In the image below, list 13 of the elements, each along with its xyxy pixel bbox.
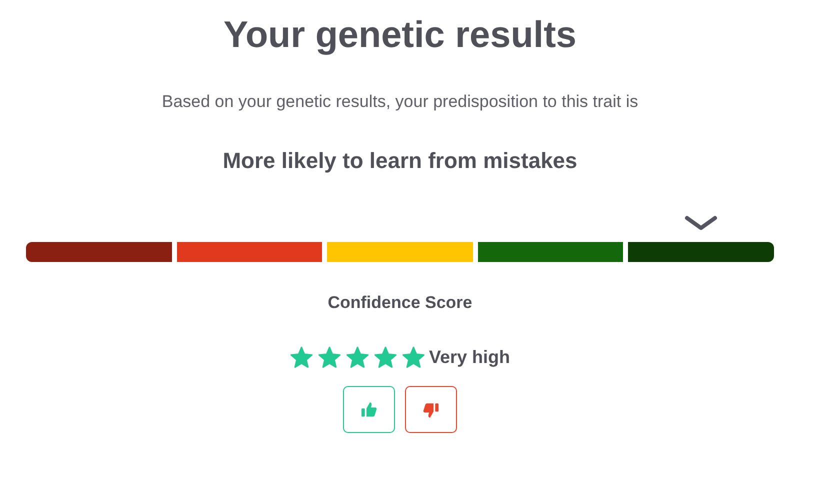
- thumbs-up-icon: [359, 400, 379, 420]
- thumbs-down-button[interactable]: [405, 386, 457, 433]
- result-heading: More likely to learn from mistakes: [222, 147, 578, 175]
- star-icon: [290, 346, 313, 369]
- star-icon: [346, 346, 369, 369]
- thumbs-up-button[interactable]: [343, 386, 395, 433]
- star-icon: [374, 346, 397, 369]
- confidence-rating: Very high: [428, 346, 510, 369]
- confidence-label: Confidence Score: [328, 292, 472, 314]
- star-icon: [318, 346, 341, 369]
- intro-text: Based on your genetic results, your predisposition to this trait is: [162, 91, 638, 113]
- page-title: Your genetic results: [224, 13, 576, 57]
- star-icon: [402, 346, 425, 369]
